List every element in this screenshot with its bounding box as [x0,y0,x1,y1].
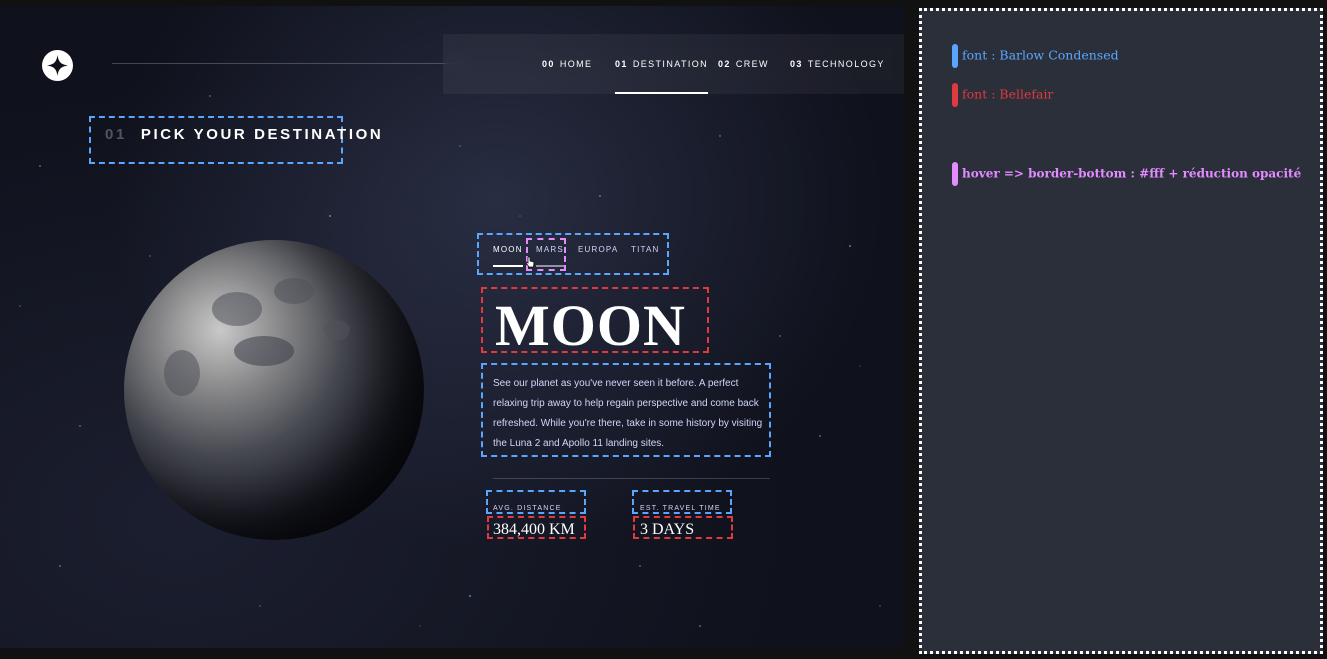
nav-number: 00 [542,59,555,69]
nav-item-technology[interactable]: 03 TECHNOLOGY [790,34,885,94]
tab-europa[interactable]: EUROPA [578,245,618,267]
note-marker [952,162,958,186]
page-title: 01 PICK YOUR DESTINATION [105,126,383,143]
travel-time-label: EST. TRAVEL TIME [640,505,721,512]
main-navbar: 00 HOME 01 DESTINATION 02 CREW 03 TECHNOLOGY [443,34,904,94]
tab-moon[interactable]: MOON [493,245,523,267]
nav-item-home[interactable]: 00 HOME [542,34,592,94]
nav-item-crew[interactable]: 02 CREW [718,34,769,94]
annotation-notes-panel: font : Barlow Condensed font : Bellefair… [919,8,1323,654]
tab-titan[interactable]: TITAN [631,245,660,267]
destination-name: MOON [495,293,686,358]
nav-label: CREW [735,59,769,69]
stats-divider [493,478,770,479]
distance-label: AVG. DISTANCE [493,505,562,512]
nav-number: 03 [790,59,803,69]
note-text: hover => border-bottom : #fff + réductio… [962,166,1302,181]
header-divider [112,63,464,64]
note-text: font : Bellefair [962,86,1054,102]
nav-label: TECHNOLOGY [807,59,885,69]
nav-label: HOME [559,59,593,69]
nav-number: 01 [615,59,628,69]
note-hover: hover => border-bottom : #fff + réductio… [952,162,1301,186]
note-barlow: font : Barlow Condensed [952,44,1119,68]
travel-time-value: 3 DAYS [640,521,695,538]
title-number: 01 [105,126,127,143]
moon-image [124,240,424,540]
nav-item-destination[interactable]: 01 DESTINATION [615,34,709,94]
hand-cursor-icon [525,256,535,268]
nav-label: DESTINATION [632,59,709,69]
tab-mars[interactable]: MARS [536,245,564,267]
design-mockup: 00 HOME 01 DESTINATION 02 CREW 03 TECHNOLOGY… [0,6,904,648]
star-logo-icon[interactable] [42,50,73,81]
note-bellefair: font : Bellefair [952,83,1053,107]
note-marker [952,83,958,107]
title-text: PICK YOUR DESTINATION [140,126,384,143]
note-marker [952,44,958,68]
note-text: font : Barlow Condensed [962,47,1119,63]
starfield [19,95,881,627]
distance-value: 384,400 KM [493,521,575,538]
destination-description: See our planet as you've never seen it b… [493,378,763,449]
nav-number: 02 [718,59,731,69]
